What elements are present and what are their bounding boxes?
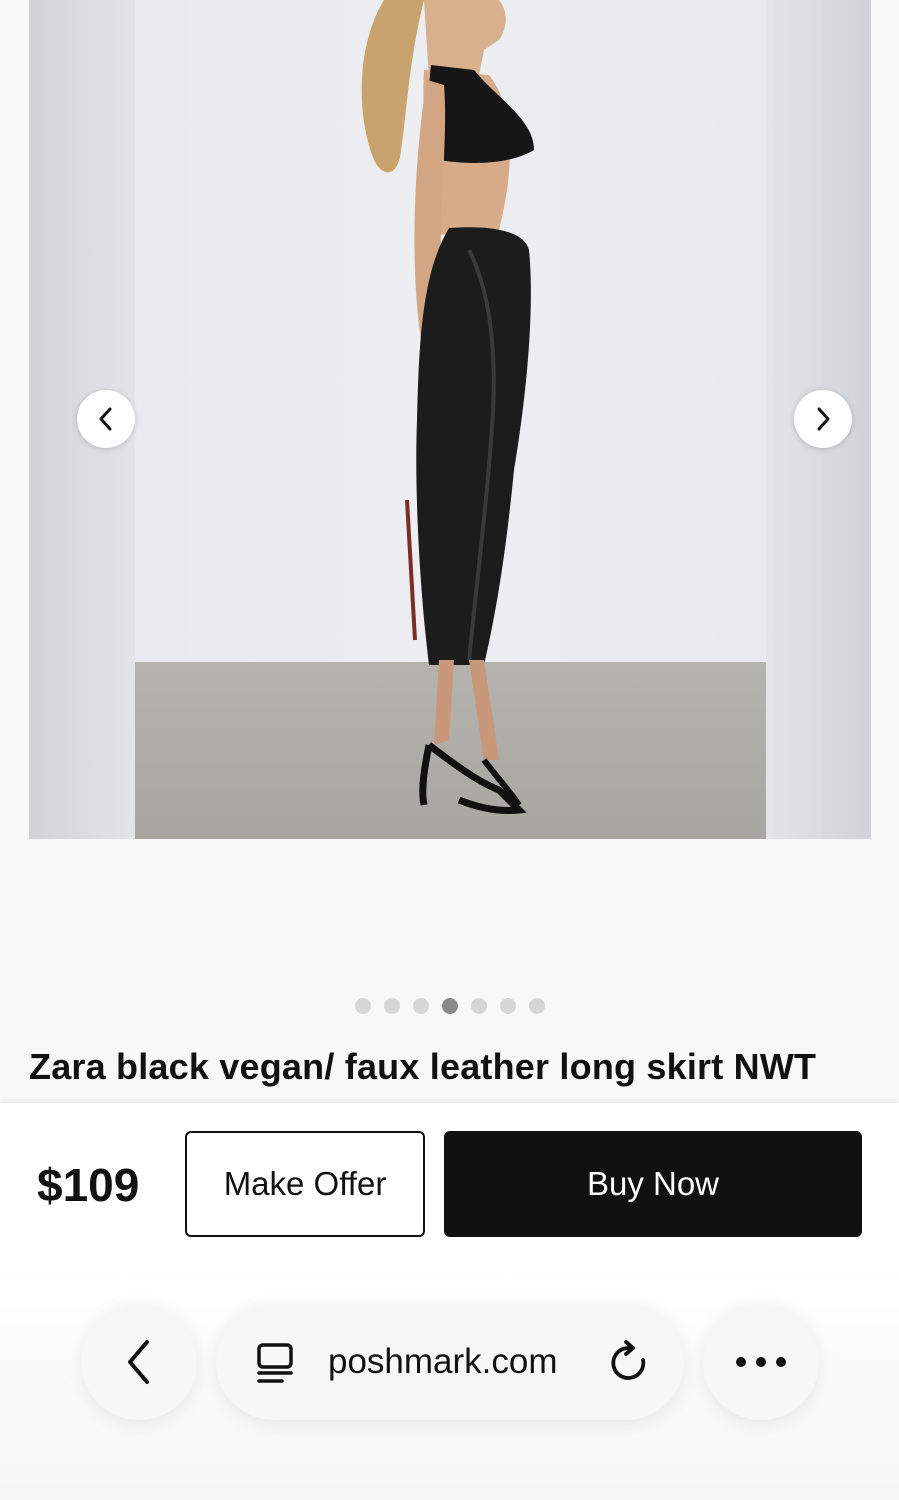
- chevron-right-icon: [817, 407, 830, 431]
- pagination-dot[interactable]: [354, 998, 371, 1014]
- tab-overview-icon: [257, 1343, 293, 1383]
- make-offer-button[interactable]: Make Offer: [185, 1131, 425, 1237]
- carousel-prev-button[interactable]: [77, 390, 135, 448]
- product-title: Zara black vegan/ faux leather long skir…: [29, 1046, 817, 1087]
- chevron-left-icon: [128, 1340, 149, 1384]
- address-bar-url: poshmark.com: [328, 1342, 558, 1381]
- carousel-pagination: [0, 998, 899, 1014]
- pagination-dot[interactable]: [470, 998, 487, 1014]
- chevron-left-icon: [99, 407, 112, 431]
- reload-icon[interactable]: [608, 1340, 650, 1384]
- browser-back-button[interactable]: [81, 1304, 197, 1420]
- pagination-dot[interactable]: [412, 998, 429, 1014]
- browser-more-button[interactable]: [703, 1304, 819, 1420]
- pagination-dot-active[interactable]: [441, 998, 458, 1014]
- product-photo: [29, 0, 871, 839]
- address-bar[interactable]: poshmark.com: [216, 1304, 684, 1420]
- more-horizontal-icon: [736, 1357, 786, 1367]
- buy-now-button[interactable]: Buy Now: [444, 1131, 862, 1237]
- pagination-dot[interactable]: [383, 998, 400, 1014]
- product-page: Zara black vegan/ faux leather long skir…: [0, 0, 899, 1500]
- product-price: $109: [37, 1159, 140, 1211]
- pagination-dot[interactable]: [528, 998, 545, 1014]
- product-image-carousel[interactable]: [29, 0, 871, 839]
- carousel-next-button[interactable]: [794, 390, 852, 448]
- pagination-dot[interactable]: [499, 998, 516, 1014]
